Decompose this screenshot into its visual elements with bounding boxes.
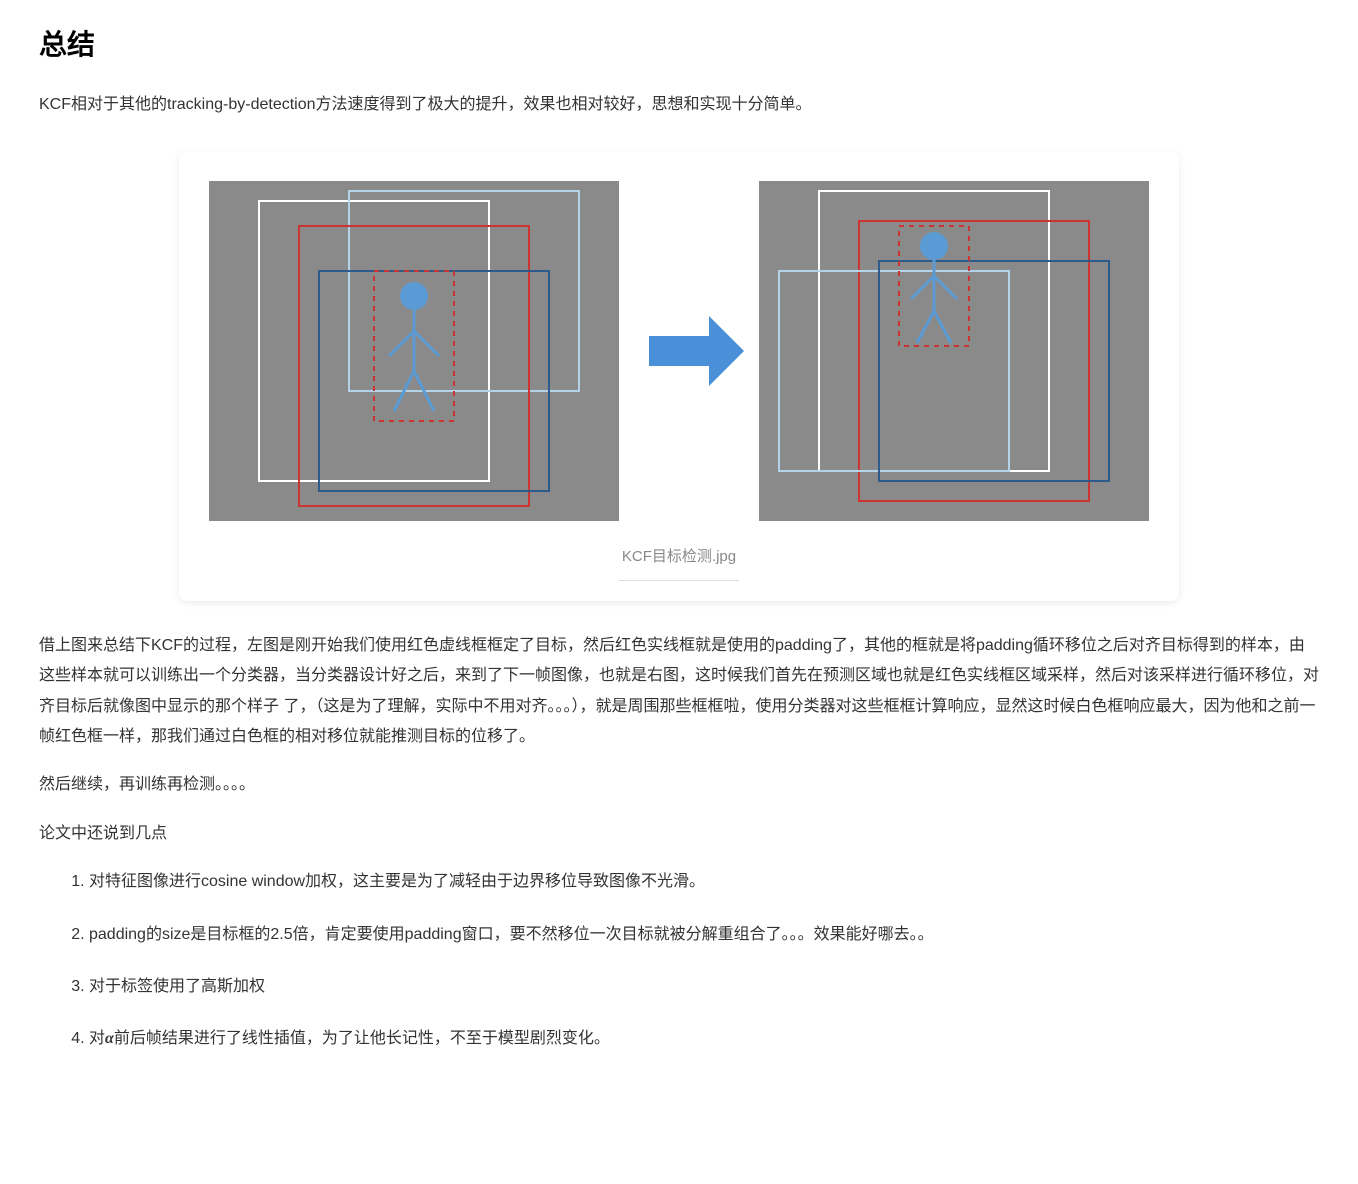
intro-paragraph: KCF相对于其他的tracking-by-detection方法速度得到了极大的… xyxy=(39,90,1319,120)
points-list: 对特征图像进行cosine window加权，这主要是为了减轻由于边界移位导致图… xyxy=(39,867,1319,1055)
caption-divider xyxy=(619,580,739,581)
explanation-paragraph-1: 借上图来总结下KCF的过程，左图是刚开始我们使用红色虚线框框定了目标，然后红色实… xyxy=(39,631,1319,753)
list-item-suffix: 前后帧结果进行了线性插值，为了让他长记性，不至于模型剧烈变化。 xyxy=(114,1030,610,1047)
kcf-diagram xyxy=(199,171,1159,531)
alpha-symbol: α xyxy=(105,1030,114,1047)
figure-container: KCF目标检测.jpg xyxy=(179,151,1179,601)
explanation-paragraph-2: 然后继续，再训练再检测。。。。 xyxy=(39,770,1319,800)
list-item: 对于标签使用了高斯加权 xyxy=(89,972,1319,1002)
explanation-paragraph-3: 论文中还说到几点 xyxy=(39,819,1319,849)
list-item: 对α前后帧结果进行了线性插值，为了让他长记性，不至于模型剧烈变化。 xyxy=(89,1024,1319,1054)
arrow-icon xyxy=(649,316,744,386)
section-heading: 总结 xyxy=(39,20,1319,70)
list-item: 对特征图像进行cosine window加权，这主要是为了减轻由于边界移位导致图… xyxy=(89,867,1319,897)
list-item: padding的size是目标框的2.5倍，肯定要使用padding窗口，要不然… xyxy=(89,920,1319,950)
list-item-prefix: 对 xyxy=(89,1030,105,1047)
figure-caption: KCF目标检测.jpg xyxy=(199,543,1159,570)
